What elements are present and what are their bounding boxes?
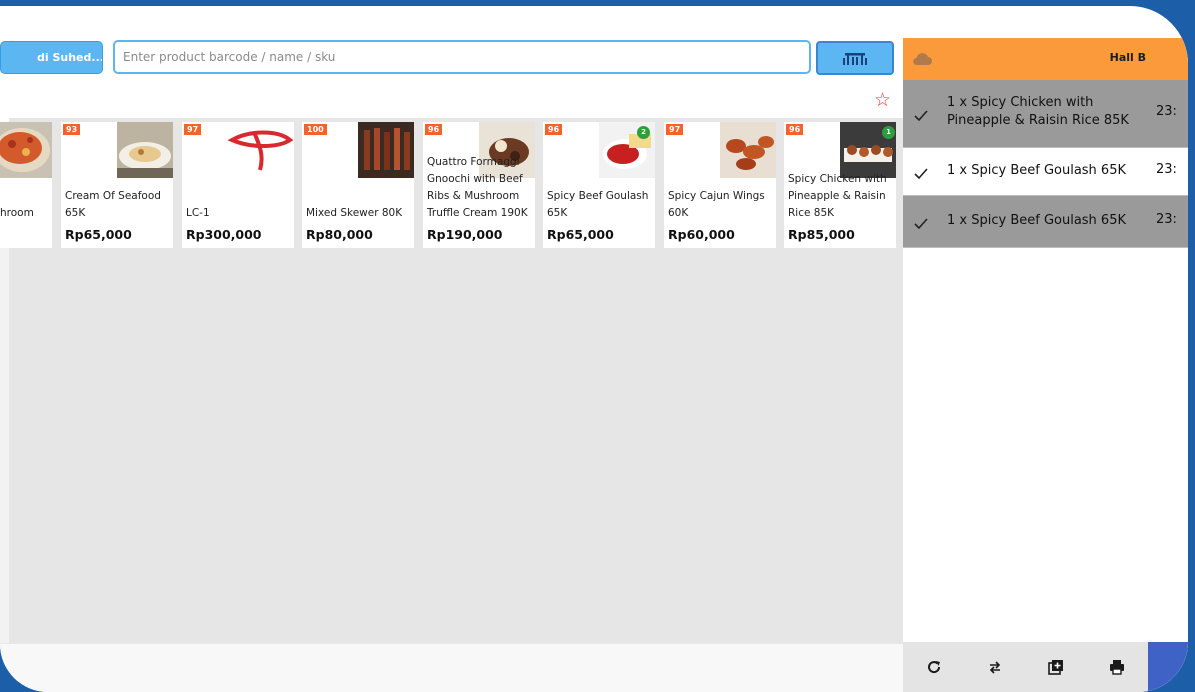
device-frame: di Suhed... ☆ [0,0,1195,692]
order-panel: Hall B 1 x Spicy Chicken with Pineapple … [903,38,1188,692]
product-name: LC-1 [186,207,210,219]
stock-badge: 97 [666,124,684,135]
order-item-time: 23: [1156,162,1177,177]
product-name: Quattro Formaggi Gnoochi with Beef Ribs … [427,156,528,219]
product-thumb [220,122,294,178]
product-name: Spicy Chicken with Pineapple & Raisin Ri… [788,173,887,219]
product-card[interactable]: 93 Cream Of Seafood 65K Rp65,000 [61,122,173,248]
hall-label: Hall B [1109,51,1146,64]
product-price: Rp65,000 [547,227,614,242]
bottom-strip [0,643,903,692]
order-line-item[interactable]: 1 x Spicy Beef Goulash 65K 23: [903,196,1188,248]
favorites-row: ☆ [0,84,903,122]
product-price: Rp85,000 [788,227,855,242]
stock-count-badge: 1 [882,126,895,139]
product-card[interactable]: 100 Mixed Skewer 80K Rp80,000 [302,122,414,248]
order-line-item[interactable]: 1 x Spicy Beef Goulash 65K 23: [903,148,1188,196]
pos-screen: di Suhed... ☆ [0,6,1188,692]
stock-badge: 100 [304,124,327,135]
order-item-text: 1 x Spicy Beef Goulash 65K [947,213,1126,228]
check-icon [914,168,928,180]
order-footer-toolbar [903,642,1188,692]
swap-icon[interactable] [986,658,1004,676]
order-header: Hall B [903,38,1188,80]
order-item-time: 23: [1156,212,1177,227]
product-name: Cream Of Seafood 65K [65,190,161,219]
add-copy-icon[interactable] [1047,658,1065,676]
product-search-input[interactable] [113,40,811,74]
product-name: Spicy Beef Goulash 65K [547,190,649,219]
order-item-text: 1 x Spicy Chicken with Pineapple & Raisi… [947,95,1129,128]
stock-badge: 97 [184,124,202,135]
star-outline-icon[interactable]: ☆ [874,90,891,110]
stock-badge: 93 [63,124,81,135]
stock-badge: 96 [425,124,443,135]
print-icon[interactable] [1108,658,1126,676]
product-thumb [117,122,173,178]
customer-button[interactable]: di Suhed... [0,41,103,74]
table-select-button[interactable] [816,41,894,75]
check-icon [914,218,928,230]
order-item-text: 1 x Spicy Beef Goulash 65K [947,163,1126,178]
side-tab[interactable] [1148,642,1188,692]
order-line-item[interactable]: 1 x Spicy Chicken with Pineapple & Raisi… [903,80,1188,148]
dining-table-icon [843,53,867,65]
top-toolbar: di Suhed... [0,38,903,84]
product-card[interactable]: 2 96 Spicy Beef Goulash 65K Rp65,000 [543,122,655,248]
product-card[interactable]: 97 LC-1 Rp300,000 [182,122,294,248]
stock-badge: 96 [545,124,563,135]
product-name: hroom [0,207,34,219]
stock-badge: 96 [786,124,804,135]
product-card[interactable]: 96 Quattro Formaggi Gnoochi with Beef Ri… [423,122,535,248]
product-price: Rp300,000 [186,227,262,242]
product-card[interactable]: 1 96 Spicy Chicken with Pineapple & Rais… [784,122,896,248]
product-price: Rp65,000 [65,227,132,242]
product-price: Rp80,000 [306,227,373,242]
product-thumb [0,122,52,178]
cloud-icon [913,53,932,66]
refresh-icon[interactable] [925,658,943,676]
product-price: Rp190,000 [427,227,503,242]
product-name: Spicy Cajun Wings 60K [668,190,765,219]
stock-count-badge: 2 [637,126,650,139]
product-grid: hroom 93 Cream Of Seafood 65K Rp65,000 9… [0,118,903,643]
product-thumb [358,122,414,178]
product-thumb [720,122,776,178]
product-card[interactable]: 97 Spicy Cajun Wings 60K Rp60,000 [664,122,776,248]
product-name: Mixed Skewer 80K [306,207,403,219]
product-card[interactable]: hroom [0,122,52,248]
check-icon [914,110,928,122]
order-item-time: 23: [1156,104,1177,119]
product-price: Rp60,000 [668,227,735,242]
